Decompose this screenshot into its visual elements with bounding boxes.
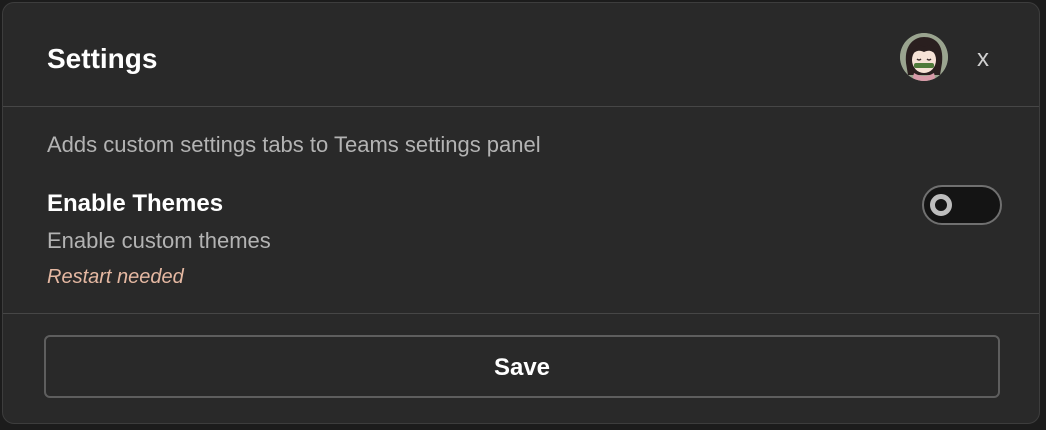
dialog-body: Adds custom settings tabs to Teams setti… [3, 107, 1039, 314]
avatar[interactable] [900, 33, 948, 81]
setting-title: Enable Themes [47, 190, 224, 217]
dialog-header: Settings x [3, 3, 1039, 107]
save-button[interactable]: Save [44, 335, 1000, 398]
restart-note: Restart needed [47, 266, 184, 288]
enable-themes-toggle[interactable] [922, 185, 1002, 225]
toggle-knob [930, 194, 952, 216]
plugin-description: Adds custom settings tabs to Teams setti… [47, 132, 541, 157]
close-button[interactable]: x [965, 43, 1001, 75]
setting-description: Enable custom themes [47, 228, 271, 253]
avatar-icon [900, 33, 948, 81]
dialog-title: Settings [47, 43, 158, 74]
